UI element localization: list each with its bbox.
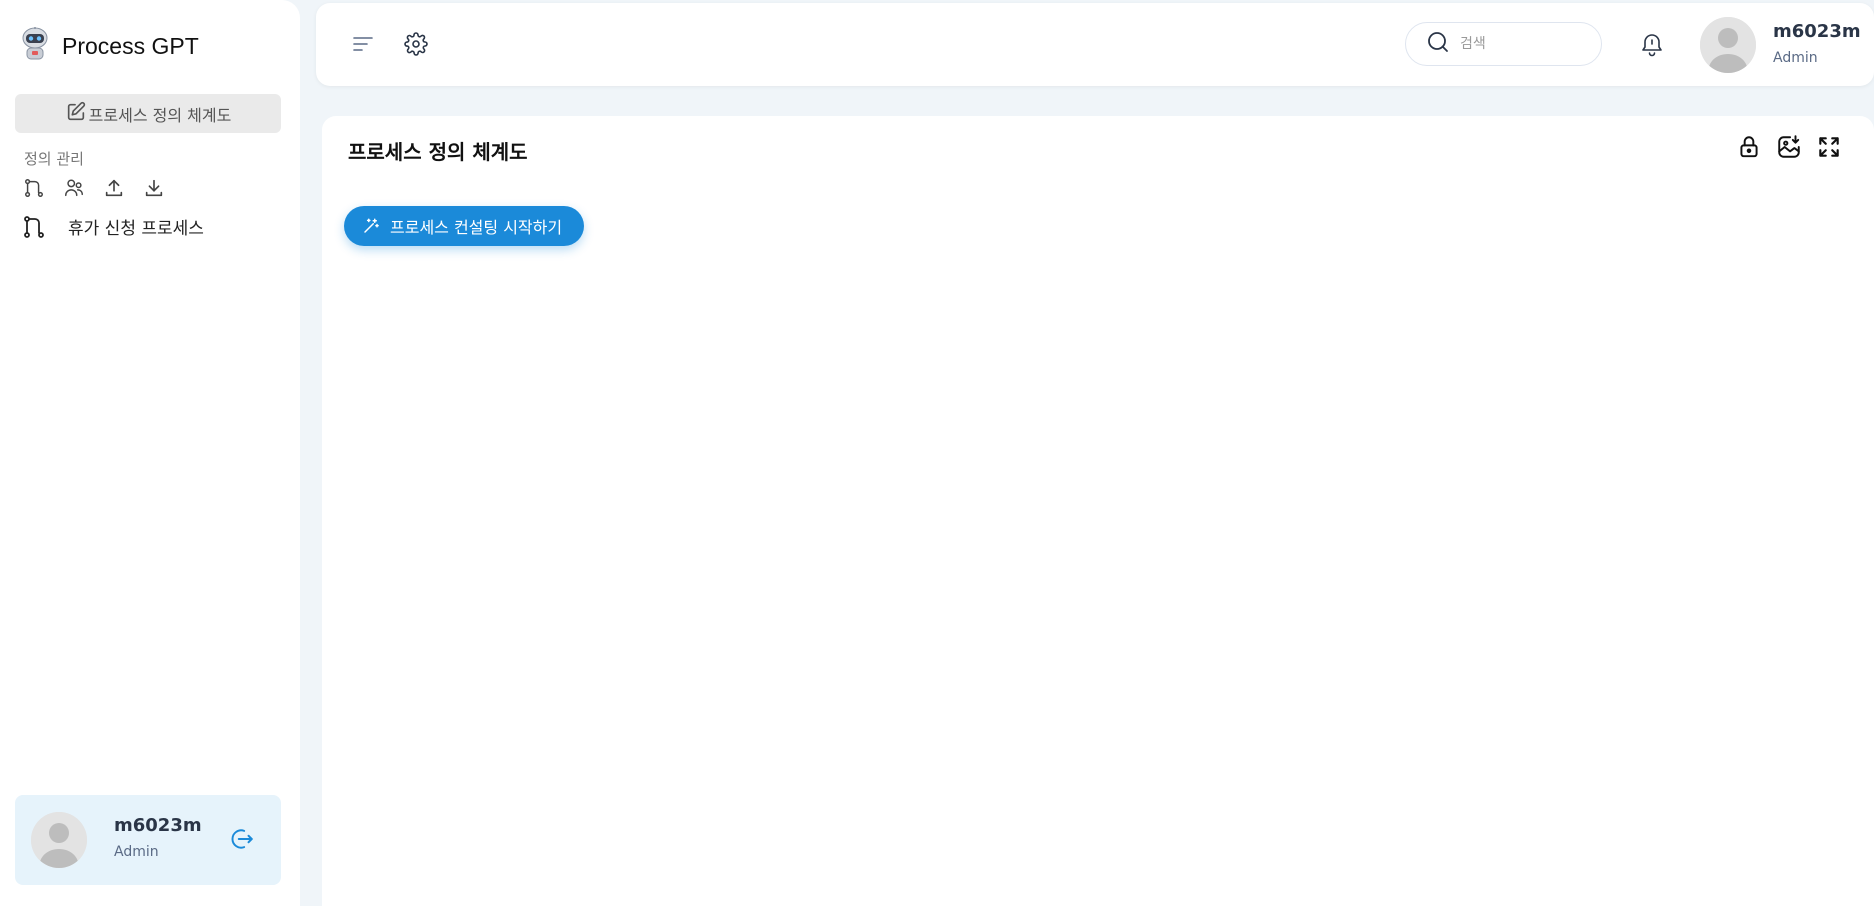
start-consulting-button[interactable]: 프로세스 컨설팅 시작하기 <box>344 206 584 246</box>
image-download-icon[interactable] <box>1776 134 1802 160</box>
search-input[interactable] <box>1460 36 1590 52</box>
process-flow-icon <box>22 215 46 239</box>
main-card: 프로세스 정의 체계도 프로세스 컨설팅 시작하기 <box>322 116 1874 906</box>
bell-icon[interactable] <box>1640 32 1664 58</box>
sidebar-item-label: 휴가 신청 프로세스 <box>68 219 204 239</box>
magic-wand-icon <box>362 217 380 235</box>
sidebar-user-card: m6023m Admin <box>15 795 281 885</box>
sidebar: Process GPT 프로세스 정의 체계도 정의 관리 휴가 신청 프로세스… <box>0 0 300 906</box>
users-icon[interactable] <box>62 176 86 200</box>
process-definition-map-label: 프로세스 정의 체계도 <box>88 105 232 125</box>
avatar[interactable] <box>1700 17 1756 73</box>
definition-management-label: 정의 관리 <box>24 150 84 168</box>
definition-toolbar <box>22 176 166 200</box>
process-definition-map-button[interactable]: 프로세스 정의 체계도 <box>15 94 281 133</box>
edit-icon <box>65 101 89 127</box>
menu-toggle-icon[interactable] <box>352 34 374 54</box>
process-flow-icon[interactable] <box>22 176 46 200</box>
top-header: m6023m Admin <box>316 3 1874 86</box>
app-title: Process GPT <box>62 32 199 59</box>
robot-logo-icon <box>18 26 52 66</box>
user-role: Admin <box>114 844 159 860</box>
start-consulting-label: 프로세스 컨설팅 시작하기 <box>390 218 563 237</box>
lock-icon[interactable] <box>1736 134 1762 160</box>
gear-icon[interactable] <box>404 32 428 56</box>
avatar[interactable] <box>31 812 87 868</box>
user-name: m6023m <box>114 815 202 836</box>
logout-icon[interactable] <box>229 826 255 856</box>
search-box[interactable] <box>1405 22 1602 66</box>
fullscreen-icon[interactable] <box>1816 134 1842 160</box>
page-title: 프로세스 정의 체계도 <box>348 140 528 164</box>
download-icon[interactable] <box>142 176 166 200</box>
upload-icon[interactable] <box>102 176 126 200</box>
app-logo[interactable]: Process GPT <box>18 26 199 66</box>
sidebar-item-vacation-process[interactable]: 휴가 신청 프로세스 <box>22 214 204 239</box>
search-icon <box>1426 30 1450 58</box>
view-toolbar <box>1736 134 1842 160</box>
user-name: m6023m <box>1773 21 1861 42</box>
user-role: Admin <box>1773 50 1818 66</box>
